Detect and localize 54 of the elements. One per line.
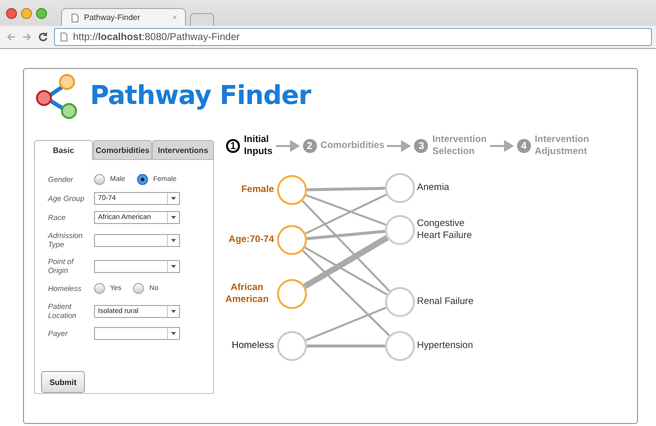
condition-label: Renal Failure	[417, 296, 474, 308]
step-number: 1	[226, 139, 240, 153]
factor-label: African American	[224, 282, 270, 306]
address-bar[interactable]: http://localhost:8080/Pathway-Finder	[54, 28, 652, 46]
arrow-icon	[276, 139, 300, 153]
factor-label: Homeless	[230, 340, 274, 352]
condition-label: Hypertension	[417, 340, 474, 352]
radio-button[interactable]	[94, 283, 105, 294]
step-number: 3	[414, 139, 428, 153]
factor-node[interactable]	[277, 225, 307, 255]
condition-node[interactable]	[385, 331, 415, 361]
minimize-window-icon[interactable]	[21, 8, 32, 18]
step-label: Comorbidities	[320, 140, 384, 152]
browser-tab[interactable]: Pathway-Finder ×	[61, 8, 186, 26]
caret-icon	[167, 212, 179, 223]
submit-button[interactable]: Submit	[41, 371, 85, 393]
step-label: Intervention Adjustment	[534, 134, 590, 158]
radio-button[interactable]	[133, 283, 144, 294]
factor-node[interactable]	[277, 331, 307, 361]
back-icon[interactable]	[6, 32, 16, 42]
factor-node[interactable]	[277, 175, 307, 205]
maximize-window-icon[interactable]	[36, 8, 47, 18]
new-tab-button[interactable]	[190, 13, 214, 26]
condition-node[interactable]	[385, 287, 415, 317]
dropdown[interactable]	[94, 260, 180, 272]
condition-label: Anemia	[417, 182, 450, 194]
forward-icon[interactable]	[22, 32, 32, 42]
step-number: 2	[302, 139, 316, 153]
radio-button[interactable]	[137, 174, 148, 185]
tab[interactable]: Basic	[34, 140, 94, 160]
caret-icon	[167, 234, 179, 246]
close-window-icon[interactable]	[6, 8, 17, 18]
radio-button[interactable]	[94, 174, 105, 185]
condition-node[interactable]	[385, 173, 415, 203]
factor-node[interactable]	[277, 279, 307, 309]
caret-icon	[167, 328, 179, 339]
arrow-icon	[490, 139, 514, 153]
factor-label: Female	[240, 184, 274, 196]
arrow-icon	[387, 139, 412, 153]
caret-icon	[167, 260, 179, 272]
factor-label: Age:70-74	[228, 234, 274, 246]
step-label: Initial Inputs	[244, 134, 272, 158]
app-title: Pathway Finder	[90, 81, 311, 111]
dropdown[interactable]	[94, 234, 180, 246]
tab[interactable]: Interventions	[152, 140, 214, 160]
step-number: 4	[516, 139, 531, 153]
tab[interactable]: Comorbidities	[93, 140, 152, 160]
caret-icon	[167, 193, 179, 204]
reload-icon[interactable]	[38, 32, 48, 42]
condition-node[interactable]	[385, 215, 415, 245]
caret-icon	[167, 306, 179, 316]
step-label: Intervention Selection	[432, 134, 487, 158]
condition-label: Congestive Heart Failure	[417, 218, 473, 242]
dropdown[interactable]	[94, 327, 180, 340]
